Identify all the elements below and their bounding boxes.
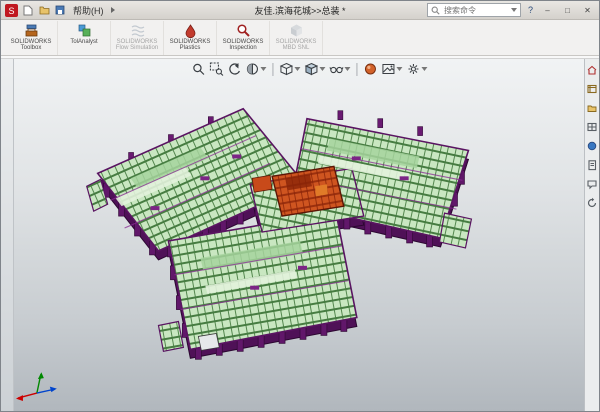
right-end-slab[interactable] xyxy=(440,213,472,248)
search-dropdown-icon[interactable] xyxy=(511,8,517,12)
display-style-caret-icon[interactable] xyxy=(319,67,325,71)
view-orientation-icon[interactable] xyxy=(279,62,300,76)
addin-label: SOLIDWORKS Inspection xyxy=(217,39,269,51)
hide-show-items-icon[interactable] xyxy=(329,62,350,76)
solidworks-logo-icon: S xyxy=(5,4,18,17)
hud-divider xyxy=(272,63,273,76)
zoom-to-area-icon[interactable] xyxy=(209,62,223,76)
previous-view-icon[interactable] xyxy=(227,62,241,76)
svg-text:S: S xyxy=(8,6,14,16)
plastics-icon xyxy=(183,23,198,38)
core-red-extension xyxy=(252,175,272,192)
task-pane-strip xyxy=(584,59,599,411)
slab-opening xyxy=(198,333,219,350)
flow-simulation-icon xyxy=(130,23,145,38)
save-icon[interactable] xyxy=(54,4,66,16)
view-settings-caret-icon[interactable] xyxy=(421,67,427,71)
file-explorer-icon[interactable] xyxy=(586,102,598,114)
view-settings-icon[interactable] xyxy=(406,62,427,76)
hide-show-caret-icon[interactable] xyxy=(344,67,350,71)
feature-panel-splitter[interactable] xyxy=(1,59,14,411)
view-orientation-caret-icon[interactable] xyxy=(294,67,300,71)
section-view-icon[interactable] xyxy=(245,62,266,76)
titlebar-left: S 帮助(H) xyxy=(5,4,255,17)
update-check-icon[interactable] xyxy=(586,197,598,209)
titlebar-right: ? – □ ✕ xyxy=(346,3,596,17)
addin-flow-simulation[interactable]: SOLIDWORKS Flow Simulation xyxy=(111,21,164,55)
menu-help[interactable]: 帮助(H) xyxy=(70,4,107,17)
heads-up-toolbar xyxy=(191,62,427,76)
addin-label: SOLIDWORKS Flow Simulation xyxy=(111,39,163,51)
edit-appearance-icon[interactable] xyxy=(363,62,377,76)
inspection-icon xyxy=(236,23,251,38)
apply-scene-icon[interactable] xyxy=(381,62,402,76)
graphics-area[interactable] xyxy=(1,59,599,411)
minimize-button[interactable]: – xyxy=(540,6,555,15)
window-title: 友佳.滨海花城>>总装 * xyxy=(255,4,346,17)
addins-ribbon: SOLIDWORKS Toolbox TolAnalyst SOLIDWORKS… xyxy=(1,20,599,56)
appearances-scenes-icon[interactable] xyxy=(586,140,598,152)
addin-label: SOLIDWORKS MBD SNL xyxy=(270,39,322,51)
open-icon[interactable] xyxy=(38,4,50,16)
titlebar: S 帮助(H) 友佳.滨海花城>>总装 * ? – □ ✕ xyxy=(1,1,599,20)
design-library-icon[interactable] xyxy=(586,83,598,95)
apply-scene-caret-icon[interactable] xyxy=(396,67,402,71)
addin-mbd-snl[interactable]: SOLIDWORKS MBD SNL xyxy=(270,21,323,55)
addin-plastics[interactable]: SOLIDWORKS Plastics xyxy=(164,21,217,55)
addin-solidworks-toolbox[interactable]: SOLIDWORKS Toolbox xyxy=(5,21,58,55)
custom-properties-icon[interactable] xyxy=(586,159,598,171)
section-view-caret-icon[interactable] xyxy=(260,67,266,71)
zoom-to-fit-icon[interactable] xyxy=(191,62,205,76)
new-document-icon[interactable] xyxy=(22,4,34,16)
solidworks-window: S 帮助(H) 友佳.滨海花城>>总装 * ? – □ ✕ xyxy=(0,0,600,412)
solidworks-resources-icon[interactable] xyxy=(586,64,598,76)
addin-tolanalyst[interactable]: TolAnalyst xyxy=(58,21,111,55)
mbd-icon xyxy=(289,23,304,38)
solidworks-forum-icon[interactable] xyxy=(586,178,598,190)
bottom-tab-slab[interactable] xyxy=(158,322,183,352)
addin-label: TolAnalyst xyxy=(70,39,97,45)
view-palette-icon[interactable] xyxy=(586,121,598,133)
maximize-button[interactable]: □ xyxy=(560,6,575,15)
help-button[interactable]: ? xyxy=(526,5,535,15)
close-button[interactable]: ✕ xyxy=(580,6,595,15)
addin-label: SOLIDWORKS Toolbox xyxy=(5,39,57,51)
addin-label: SOLIDWORKS Plastics xyxy=(164,39,216,51)
addin-inspection[interactable]: SOLIDWORKS Inspection xyxy=(217,21,270,55)
search-icon xyxy=(431,6,440,15)
menu-pin-icon[interactable] xyxy=(111,7,115,13)
command-search[interactable] xyxy=(427,3,521,17)
hud-divider xyxy=(356,63,357,76)
display-style-icon[interactable] xyxy=(304,62,325,76)
orientation-triad-icon xyxy=(16,372,57,401)
toolbox-icon xyxy=(24,23,39,38)
model-3d-view[interactable] xyxy=(1,59,599,411)
tolanalyst-icon xyxy=(77,23,92,38)
search-input[interactable] xyxy=(442,5,509,16)
